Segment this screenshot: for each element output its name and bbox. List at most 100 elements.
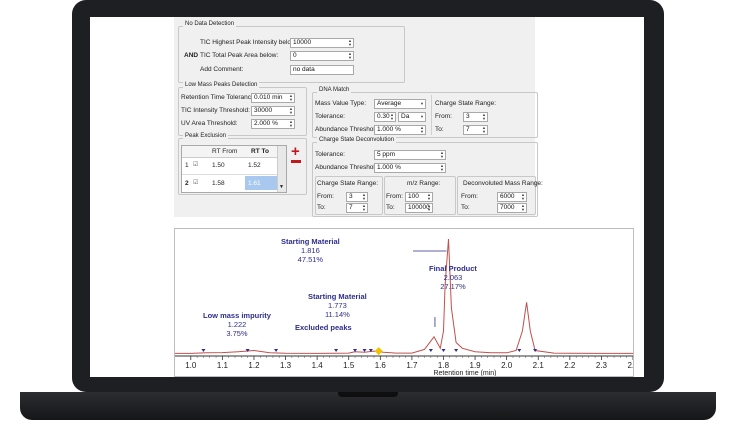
annotation-name: Excluded peaks <box>295 323 352 332</box>
table-row[interactable]: 1 ☑ 1.50 1.52 <box>182 157 286 175</box>
tic-area-input[interactable]: 0 ▲ ▼ <box>290 51 354 61</box>
row-number: 2 <box>185 180 189 187</box>
from-label: From: <box>461 193 478 200</box>
chevron-down-icon[interactable]: ▼ <box>420 115 424 119</box>
annotation-name: Starting Material <box>308 292 367 301</box>
rt-from-cell[interactable]: 1.58 <box>212 180 225 187</box>
x-axis-label: Retention time (min) <box>433 370 496 376</box>
spinner-icon[interactable]: ▲ ▼ <box>521 204 525 212</box>
checkbox-icon[interactable]: ☑ <box>193 161 198 168</box>
col-rt-from[interactable]: RT From <box>212 148 237 155</box>
deconv-charge-from-input[interactable]: 3 ▲ ▼ <box>346 192 368 202</box>
mass-from-input[interactable]: 6000 ▲ ▼ <box>497 192 527 202</box>
rt-from-cell[interactable]: 1.50 <box>212 162 225 169</box>
peak-marker <box>334 349 339 352</box>
table-scrollbar[interactable]: ▼ <box>277 146 286 192</box>
mass-value-type-value: Average <box>377 100 402 107</box>
tic-area-label: TIC Total Peak Area below: <box>200 52 279 59</box>
deconv-tolerance-input[interactable]: 5 ppm ▲ ▼ <box>374 150 446 160</box>
from-label: From: <box>386 193 403 200</box>
no-data-detection-group: No Data Detection TIC Highest Peak Inten… <box>178 21 405 83</box>
chevron-down-icon[interactable]: ▼ <box>420 102 424 106</box>
tolerance-unit-select[interactable]: Da ▼ <box>398 112 426 122</box>
tic-peak-label: TIC Highest Peak Intensity below: <box>200 39 298 46</box>
x-tick-label: 2.2 <box>564 361 576 370</box>
laptop-base <box>20 392 716 420</box>
spinner-icon[interactable]: ▲ ▼ <box>289 120 293 128</box>
tolerance-label: Tolerance: <box>315 113 345 120</box>
selected-cell[interactable]: 1.61 <box>245 176 277 190</box>
peak-exclusion-group: Peak Exclusion RT From RT To 1 ☑ 1.50 1.… <box>178 133 307 195</box>
deconv-charge-from-value: 3 <box>349 193 353 200</box>
mz-to-input[interactable]: 100000 ▲ ▼ <box>405 203 433 213</box>
annotation-name: Starting Material <box>281 237 340 246</box>
spinner-icon[interactable]: ▲ ▼ <box>289 94 293 102</box>
deconvolution-group: Charge State Deconvolution Tolerance: 5 … <box>312 137 543 217</box>
spinner-icon[interactable]: ▲ ▼ <box>521 193 525 201</box>
peak-marker <box>428 349 433 352</box>
abundance-input[interactable]: 1.000 % ▲ ▼ <box>374 125 426 135</box>
tic-peak-input[interactable]: 10000 ▲ ▼ <box>290 38 354 48</box>
uv-threshold-input[interactable]: 2.000 % ▲ ▼ <box>251 119 295 129</box>
deconv-abundance-input[interactable]: 1.000 % ▲ ▼ <box>374 163 446 173</box>
comment-input[interactable]: no data <box>290 65 354 75</box>
uv-threshold-value: 2.000 % <box>254 120 278 127</box>
rt-to-cell[interactable]: 1.52 <box>248 162 261 169</box>
spinner-icon[interactable]: ▲ ▼ <box>362 193 366 201</box>
tic-area-value: 0 <box>293 52 297 59</box>
group-title: No Data Detection <box>183 21 237 27</box>
spinner-icon[interactable]: ▲ ▼ <box>348 52 352 60</box>
spinner-icon[interactable]: ▲ ▼ <box>390 113 394 121</box>
annotation-starting-material-1: Starting Material 1.773 11.14% <box>308 292 367 319</box>
table-row[interactable]: 2 ☑ 1.58 1.61 <box>182 175 286 191</box>
deconv-tolerance-label: Tolerance: <box>315 151 345 158</box>
rt-tolerance-label: Retention Time Tolerance: <box>181 94 257 101</box>
peak-marker <box>517 349 522 352</box>
spinner-icon[interactable]: ▲ ▼ <box>420 126 424 134</box>
spinner-icon[interactable]: ▲ ▼ <box>289 107 293 115</box>
spinner-icon[interactable]: ▲ ▼ <box>427 193 431 201</box>
spinner-icon[interactable]: ▲ ▼ <box>362 204 366 212</box>
mass-to-input[interactable]: 7000 ▲ ▼ <box>497 203 527 213</box>
spinner-icon[interactable]: ▲ ▼ <box>482 126 486 134</box>
charge-from-input[interactable]: 3 ▲ ▼ <box>463 112 488 122</box>
annotation-excluded: Excluded peaks <box>295 323 352 332</box>
spinner-icon[interactable]: ▲ ▼ <box>440 164 444 172</box>
remove-row-icon[interactable] <box>291 160 301 163</box>
x-tick-label: 1.8 <box>438 361 450 370</box>
mass-value-type-select[interactable]: Average ▼ <box>374 99 426 109</box>
mass-to-value: 7000 <box>500 204 515 211</box>
annotation-rt: 2.063 <box>443 273 463 282</box>
mz-from-input[interactable]: 100 ▲ ▼ <box>405 192 433 202</box>
x-tick-label: 1.4 <box>312 361 324 370</box>
comment-label: Add Comment: <box>200 66 244 73</box>
scroll-down-icon[interactable]: ▼ <box>279 184 284 190</box>
checkbox-icon[interactable]: ☑ <box>193 179 198 186</box>
annotation-pct: 3.75% <box>226 329 248 338</box>
from-label: From: <box>317 193 334 200</box>
and-label: AND <box>184 52 199 59</box>
deconv-abundance-label: Abundance Threshold: <box>315 164 381 171</box>
charge-to-input[interactable]: 7 ▲ ▼ <box>463 125 488 135</box>
spinner-icon[interactable]: ▲ ▼ <box>427 204 431 212</box>
annotation-name: Low mass impurity <box>203 311 271 320</box>
exclusion-table: RT From RT To 1 ☑ 1.50 1.52 2 ☑ 1.58 1.6… <box>181 145 287 193</box>
charge-range-subgroup: Charge State Range: From: 3 ▲ ▼ To: 7 ▲ ▼ <box>315 176 383 215</box>
spinner-icon[interactable]: ▲ ▼ <box>440 151 444 159</box>
charge-from-value: 3 <box>466 113 470 120</box>
annotation-low-mass: Low mass impurity 1.222 3.75% <box>203 311 271 338</box>
col-rt-to[interactable]: RT To <box>251 148 269 155</box>
spinner-icon[interactable]: ▲ ▼ <box>348 39 352 47</box>
excluded-peak-marker <box>374 347 383 356</box>
deconv-charge-to-input[interactable]: 7 ▲ ▼ <box>346 203 368 213</box>
x-tick-label: 1.0 <box>185 361 197 370</box>
tic-threshold-input[interactable]: 30000 ▲ ▼ <box>251 106 295 116</box>
tolerance-input[interactable]: 0.30 ▲ ▼ <box>374 112 396 122</box>
add-row-icon[interactable]: + <box>291 144 300 159</box>
spinner-icon[interactable]: ▲ ▼ <box>482 113 486 121</box>
abundance-label: Abundance Threshold: <box>315 126 381 133</box>
tolerance-value: 0.30 <box>377 113 390 120</box>
x-tick-label: 2.4 <box>627 361 633 370</box>
mass-from-value: 6000 <box>500 193 515 200</box>
rt-tolerance-input[interactable]: 0.010 min ▲ ▼ <box>251 93 295 103</box>
